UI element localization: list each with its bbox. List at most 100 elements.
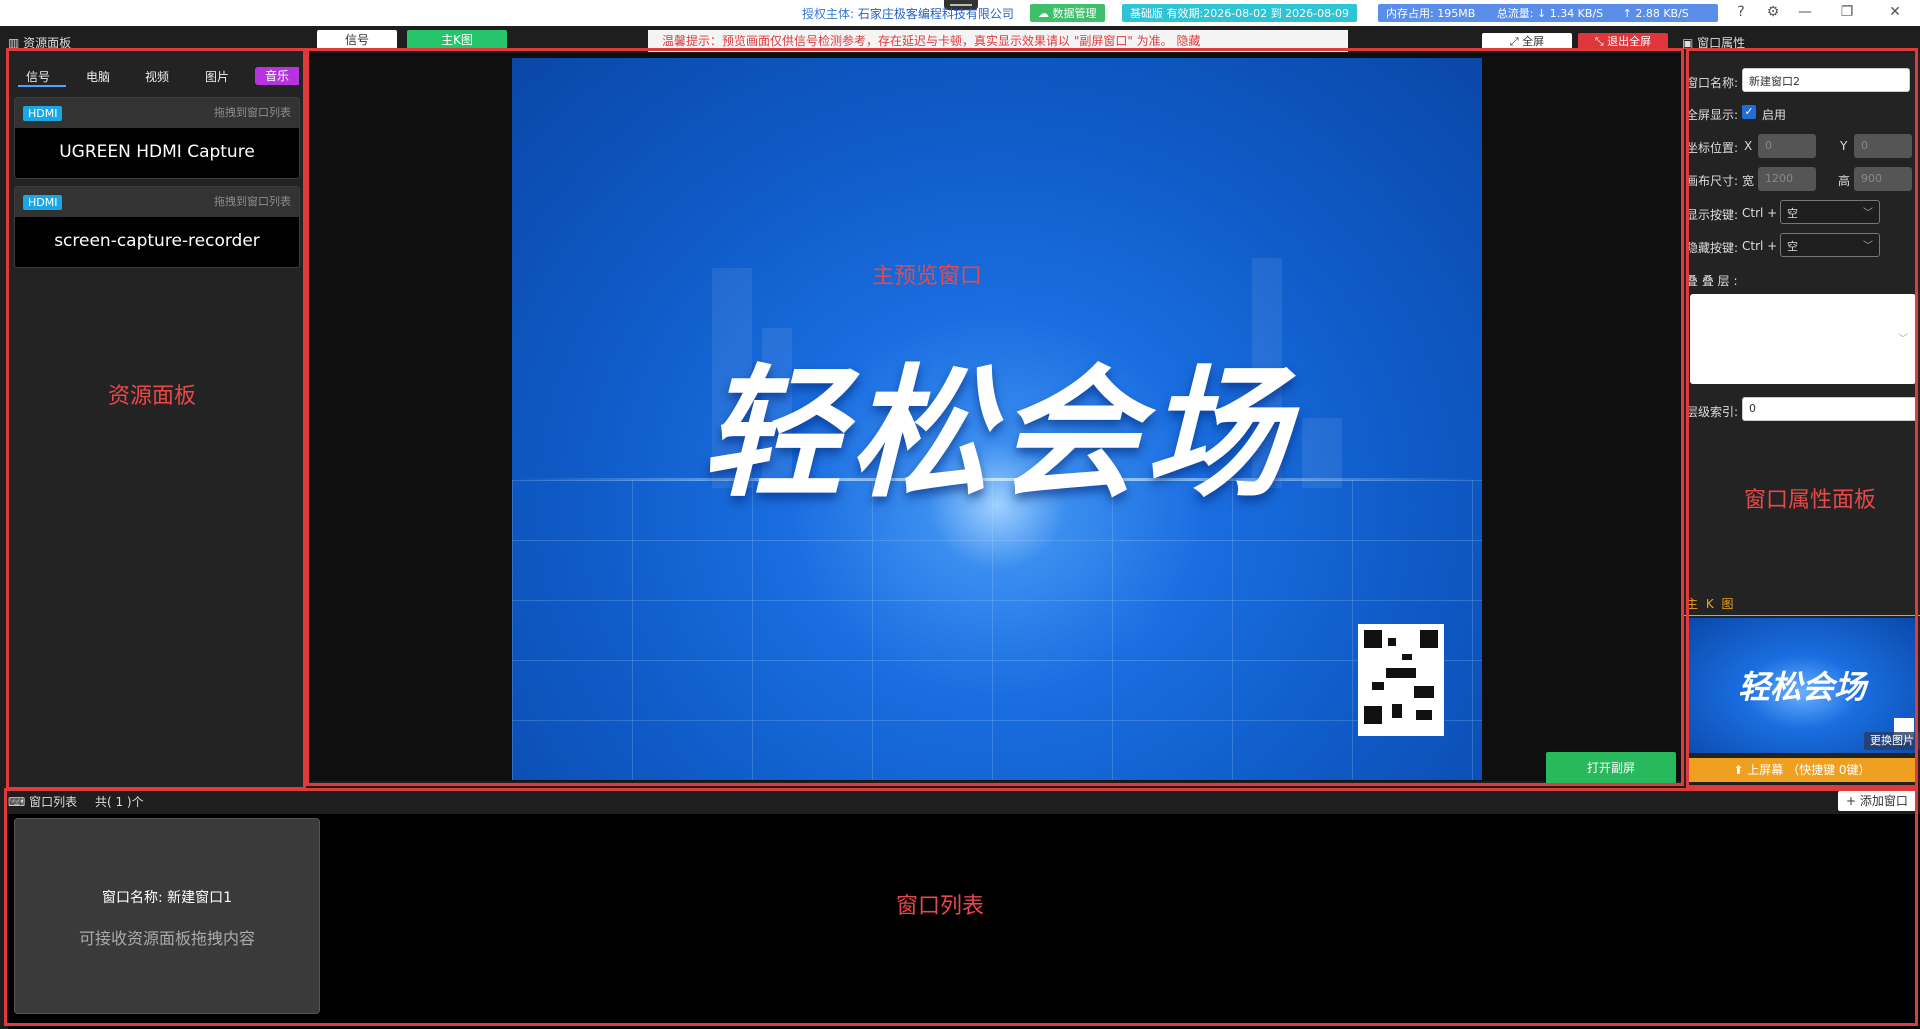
width-label: 宽: [1742, 174, 1755, 188]
bar-chart-icon: ▥: [8, 36, 24, 50]
memory-value: 195MB: [1437, 7, 1476, 20]
resource-tab-picture[interactable]: 图片: [205, 68, 229, 85]
drag-hint: 拖拽到窗口列表: [214, 106, 291, 119]
close-icon[interactable]: ✕: [1884, 2, 1906, 22]
change-picture-button[interactable]: 更换图片: [1864, 732, 1920, 750]
hide-key-select[interactable]: 空 ﹀: [1780, 233, 1880, 257]
show-key-ctrl: Ctrl +: [1742, 206, 1778, 220]
height-label: 高: [1838, 174, 1851, 188]
overlay-label: 叠 叠 层 :: [1686, 274, 1738, 288]
send-to-screen-button[interactable]: ⬆ 上屏幕 （快捷键 0键）: [1686, 758, 1918, 782]
license-info: 授权主体: 石家庄极客编程科技有限公司: [802, 5, 1014, 22]
license-org: 石家庄极客编程科技有限公司: [857, 7, 1014, 21]
window-name-input[interactable]: 新建窗口2: [1742, 68, 1910, 92]
kmain-thumb-title: 轻松会场: [1737, 668, 1866, 706]
help-icon[interactable]: ?: [1730, 2, 1752, 22]
open-sub-screen-button[interactable]: 打开副屏: [1546, 752, 1676, 784]
kmain-divider: [1684, 615, 1920, 616]
properties-panel-annotation: 窗口属性面板: [1744, 488, 1877, 513]
data-management-label: 数据管理: [1052, 7, 1097, 20]
position-label: 坐标位置:: [1686, 141, 1739, 155]
preview-title: 轻松会场: [701, 352, 1293, 517]
height-input[interactable]: 900: [1854, 167, 1912, 191]
hide-key-label: 隐藏按键:: [1686, 241, 1739, 255]
resource-card[interactable]: HDMI 拖拽到窗口列表 UGREEN HDMI Capture: [14, 97, 300, 179]
memory-label: 内存占用:: [1386, 7, 1434, 20]
window-list-annotation: 窗口列表: [896, 894, 985, 919]
show-key-label: 显示按键:: [1686, 208, 1739, 222]
resource-panel-annotation: 资源面板: [108, 384, 197, 409]
resource-tab-video[interactable]: 视频: [145, 68, 169, 85]
resource-card[interactable]: HDMI 拖拽到窗口列表 screen-capture-recorder: [14, 186, 300, 268]
collapse-icon: ⤡: [1594, 35, 1608, 48]
minimize-icon[interactable]: —: [1794, 2, 1816, 22]
fullscreen-label: 全屏: [1522, 35, 1545, 48]
restore-icon[interactable]: ❐: [1836, 2, 1858, 22]
window-card-description: 可接收资源面板拖拽内容: [78, 929, 255, 948]
qr-code: [1358, 624, 1444, 736]
x-label: X: [1744, 139, 1753, 153]
fullscreen-enable-label: 启用: [1762, 108, 1787, 122]
hdmi-badge: HDMI: [23, 195, 63, 210]
tab-kmain[interactable]: 主K图: [407, 30, 507, 50]
properties-title: 窗口属性: [1697, 36, 1746, 50]
gear-icon[interactable]: ⚙: [1762, 2, 1784, 22]
plan-text: 基础版 有效期:2026-08-02 到 2026-08-09: [1130, 7, 1350, 20]
overlay-select[interactable]: ﹀: [1690, 294, 1916, 384]
main-preview-window[interactable]: 轻松会场: [512, 58, 1482, 780]
kmain-label: 主 K 图: [1686, 597, 1736, 611]
resource-name: screen-capture-recorder: [54, 231, 260, 251]
keyboard-icon: ⌨: [8, 795, 30, 809]
z-index-input[interactable]: 0: [1742, 397, 1918, 421]
fullscreen-checkbox[interactable]: ✓: [1742, 105, 1756, 119]
properties-header: ▣ 窗口属性: [1682, 34, 1745, 51]
expand-icon: ⤢: [1509, 35, 1523, 48]
main-preview-annotation: 主预览窗口: [872, 264, 983, 289]
width-input[interactable]: 1200: [1758, 167, 1816, 191]
z-index-label: 层级索引:: [1686, 405, 1739, 419]
window-icon: ▣: [1682, 36, 1698, 50]
hide-key-value: 空: [1787, 240, 1798, 253]
exit-fullscreen-button[interactable]: ⤡ 退出全屏: [1578, 33, 1668, 51]
window-list-header: ⌨ 窗口列表 共( 1 )个: [8, 793, 144, 810]
add-window-label: 添加窗口: [1859, 794, 1908, 808]
exit-fullscreen-label: 退出全屏: [1607, 35, 1652, 48]
plus-icon: +: [1846, 794, 1860, 808]
resource-tab-music[interactable]: 音乐: [255, 67, 299, 85]
tab-signal[interactable]: 信号: [317, 30, 397, 50]
resource-monitor: 内存占用: 195MB 总流量: ↓ 1.34 KB/S ↑ 2.88 KB/S: [1378, 4, 1718, 22]
window-count: 共( 1 )个: [94, 795, 144, 809]
window-list-title: 窗口列表: [29, 795, 78, 809]
show-key-select[interactable]: 空 ﹀: [1780, 200, 1880, 224]
data-management-button[interactable]: ☁ 数据管理: [1030, 4, 1105, 22]
add-window-button[interactable]: + 添加窗口: [1838, 791, 1916, 811]
drag-hint: 拖拽到窗口列表: [214, 195, 291, 208]
y-label: Y: [1840, 139, 1848, 153]
resource-tab-signal[interactable]: 信号: [26, 68, 50, 85]
traffic-label: 总流量:: [1496, 7, 1534, 20]
chevron-down-icon: ﹀: [1898, 334, 1908, 345]
upload-speed: ↑ 2.88 KB/S: [1622, 7, 1689, 20]
fullscreen-button[interactable]: ⤢ 全屏: [1482, 33, 1572, 51]
y-input[interactable]: 0: [1854, 134, 1912, 158]
canvas-size-label: 画布尺寸:: [1686, 174, 1739, 188]
fullscreen-display-label: 全屏显示:: [1686, 108, 1739, 122]
window-name-label: 窗口名称:: [1686, 76, 1739, 90]
cloud-icon: ☁: [1038, 7, 1049, 20]
notice-banner: 温馨提示：预览画面仅供信号检测参考，存在延迟与卡顿，真实显示效果请以 "副屏窗口…: [648, 30, 1348, 52]
resource-name: UGREEN HDMI Capture: [59, 142, 255, 162]
download-speed: ↓ 1.34 KB/S: [1536, 7, 1604, 20]
resource-tab-computer[interactable]: 电脑: [86, 68, 110, 85]
resource-panel-title: 资源面板: [23, 36, 72, 50]
window-card[interactable]: 窗口名称: 新建窗口1 可接收资源面板拖拽内容: [14, 818, 320, 1014]
x-input[interactable]: 0: [1758, 134, 1816, 158]
hdmi-badge: HDMI: [23, 106, 63, 121]
active-tab-indicator: [18, 85, 66, 87]
floor-grid: [512, 480, 1482, 780]
title-bar: 授权主体: 石家庄极客编程科技有限公司 ☁ 数据管理 基础版 有效期:2026-…: [0, 0, 1920, 26]
license-label: 授权主体:: [802, 7, 855, 21]
window-card-name: 窗口名称: 新建窗口1: [101, 890, 233, 906]
hide-key-ctrl: Ctrl +: [1742, 239, 1778, 253]
plan-badge: 基础版 有效期:2026-08-02 到 2026-08-09: [1122, 4, 1358, 22]
resource-panel-header: ▥ 资源面板: [8, 34, 71, 51]
